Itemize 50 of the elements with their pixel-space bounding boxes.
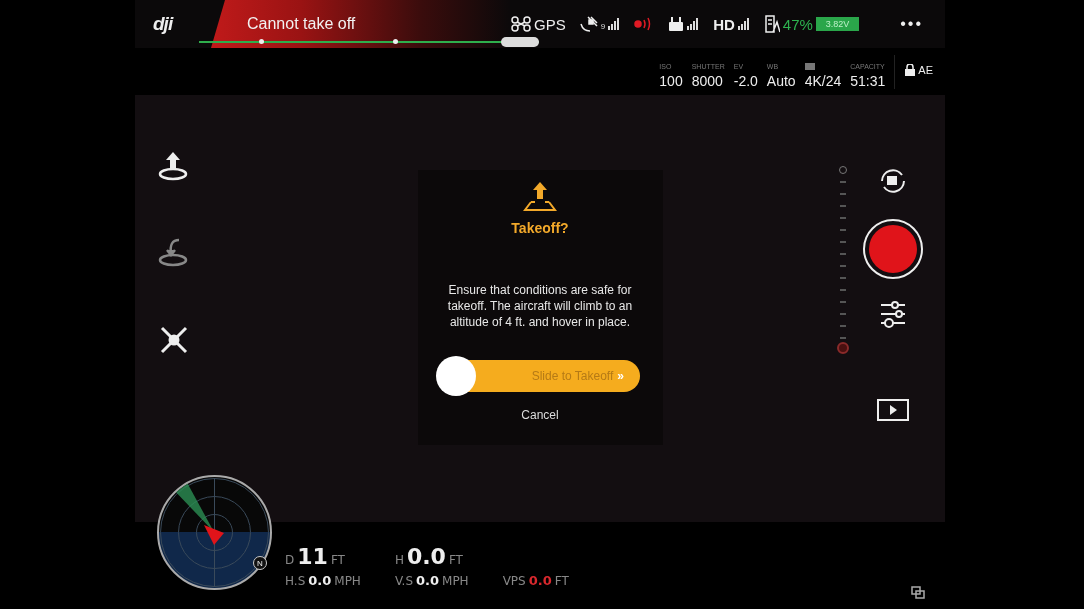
dialog-message: Ensure that conditions are safe for takeoff. The aircraft will climb to an altitude of 4 ft. and hover in place.	[446, 282, 634, 330]
signal-icon	[737, 18, 750, 30]
playback-icon[interactable]	[877, 399, 909, 421]
lock-icon	[905, 64, 916, 76]
telemetry-value: 11	[297, 543, 328, 569]
telemetry-unit: FT	[330, 552, 345, 567]
settings-icon[interactable]	[878, 299, 908, 329]
telemetry-unit: MPH	[334, 573, 361, 588]
more-button[interactable]: •••	[900, 15, 923, 33]
telemetry-unit: FT	[448, 552, 463, 567]
takeoff-icon	[523, 182, 557, 212]
telemetry-unit: FT	[554, 573, 569, 588]
telemetry-label: H	[394, 552, 404, 567]
setting-value[interactable]: 51:31	[850, 73, 886, 89]
telemetry-label: H.S	[285, 573, 306, 588]
setting-value[interactable]: -2.0	[733, 73, 758, 89]
setting-value[interactable]: Auto	[766, 73, 796, 89]
return-home-icon[interactable]	[157, 237, 189, 267]
telemetry-value: 0.0	[416, 572, 440, 588]
slider-label: Slide to Takeoff »	[531, 369, 624, 383]
setting-value[interactable]: 100	[659, 73, 683, 89]
telemetry-label: VPS	[502, 573, 526, 588]
video-format-icon	[804, 63, 815, 70]
windows-icon[interactable]	[911, 586, 925, 599]
telemetry-value: 0.0	[528, 572, 552, 588]
signal-icon	[608, 18, 621, 30]
battery-percent: 47%	[782, 15, 813, 33]
dialog-title: Takeoff?	[511, 220, 569, 236]
gps-label: GPS	[534, 15, 566, 33]
zoom-scale[interactable]	[837, 165, 849, 355]
telemetry-value: 0.0	[406, 543, 446, 569]
battery-voltage: 3.82V	[815, 17, 860, 31]
takeoff-icon[interactable]	[157, 151, 189, 181]
battery-icon	[763, 15, 780, 33]
controller-icon	[668, 17, 685, 31]
telemetry-label: V.S	[394, 573, 413, 588]
ae-lock-button[interactable]: AE	[894, 55, 945, 89]
setting-value[interactable]: 8000	[691, 73, 725, 89]
satellite-count: 9	[600, 22, 606, 31]
record-button[interactable]	[863, 219, 923, 279]
logo: dji	[152, 13, 175, 35]
cancel-button[interactable]: Cancel	[517, 406, 563, 424]
signal-icon	[687, 18, 700, 30]
slider-thumb[interactable]	[436, 356, 476, 396]
hd-label: HD	[713, 15, 735, 33]
telemetry-label: D	[285, 552, 295, 567]
telemetry-unit: MPH	[442, 573, 469, 588]
drone-icon	[511, 16, 531, 32]
telemetry-value: 0.0	[308, 572, 332, 588]
setting-value[interactable]: 4K/24	[804, 73, 842, 89]
